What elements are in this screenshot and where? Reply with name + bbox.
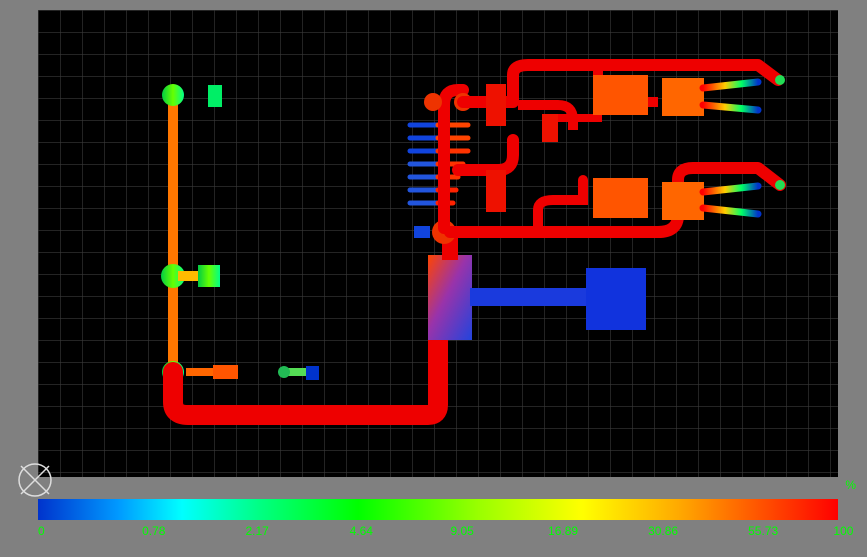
tick-label: 0 (38, 524, 45, 538)
tick-label: 100 (833, 524, 853, 538)
colorbar-labels: 0 0.78 2.17 4.64 9.05 16.89 30.86 55.73 … (38, 524, 858, 544)
colorbar: % (38, 499, 838, 520)
tick-label: 2.17 (245, 524, 268, 538)
tick-label: 55.73 (748, 524, 778, 538)
pcb-traces (38, 10, 838, 477)
tick-label: 0.78 (142, 524, 165, 538)
origin-marker-icon (15, 460, 55, 500)
tick-label: 16.89 (548, 524, 578, 538)
tick-label: 4.64 (350, 524, 373, 538)
tick-label: 9.05 (450, 524, 473, 538)
colorbar-unit: % (845, 478, 856, 492)
pcb-viewport[interactable] (38, 10, 838, 477)
tick-label: 30.86 (648, 524, 678, 538)
